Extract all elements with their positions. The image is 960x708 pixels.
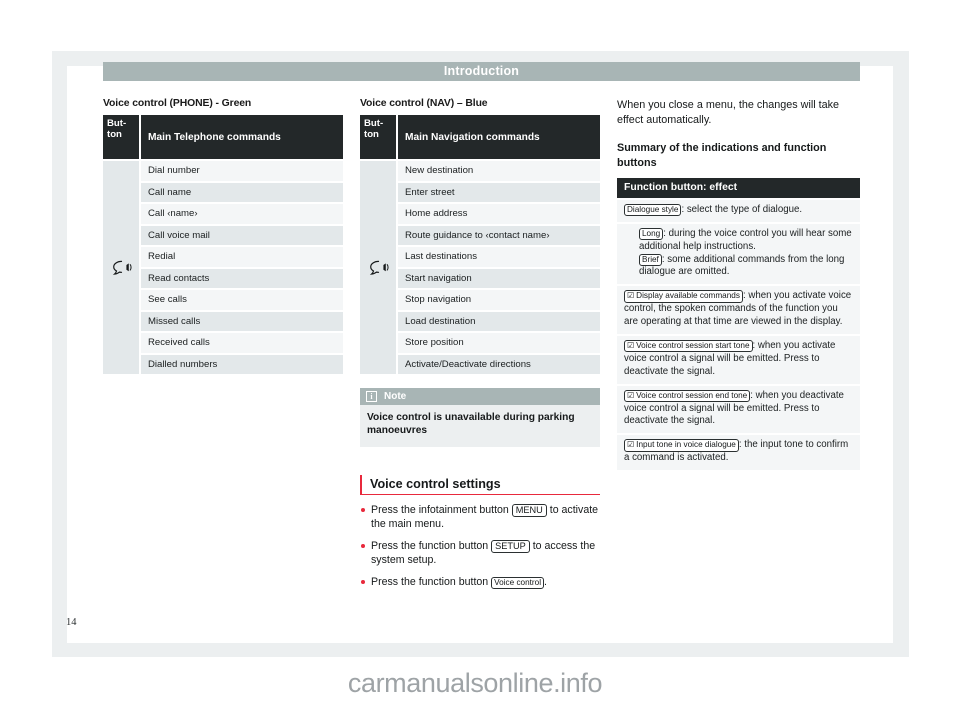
phone-commands-column: Main Telephone commands Dial number Call… [141, 115, 343, 374]
dialogue-style-key[interactable]: Dialogue style [624, 203, 682, 217]
page-number: 14 [66, 617, 77, 628]
column-left: Voice control (PHONE) - Green But-ton Ma… [103, 98, 343, 374]
phone-command-rows: Dial number Call name Call ‹name› Call v… [141, 159, 343, 374]
nav-commands-column: Main Navigation commands New destination… [398, 115, 600, 374]
checkbox-checked-icon: ☑ [627, 340, 635, 350]
table-row: Missed calls [141, 311, 343, 331]
table-row: New destination [398, 161, 600, 181]
voice-control-button-key[interactable]: Voice control [491, 576, 545, 589]
table-row: Dial number [141, 161, 343, 181]
table-row: ☑ Voice control session start tone: when … [617, 335, 860, 384]
step-text-after: . [544, 575, 547, 588]
table-row: Read contacts [141, 268, 343, 288]
input-tone-key[interactable]: ☑ Input tone in voice dialogue [624, 439, 739, 452]
table-row: Activate/Deactivate directions [398, 354, 600, 374]
table-row: Dialled numbers [141, 354, 343, 374]
table-row: Dialogue style: select the type of dialo… [617, 199, 860, 222]
key-label: Input tone in voice dialogue [636, 440, 736, 450]
key-label: Display available commands [636, 291, 740, 301]
table-row: Store position [398, 333, 600, 353]
row-text: : during the voice control you will hear… [639, 227, 852, 252]
step-text-before: Press the function button [371, 575, 492, 588]
column-right: When you close a menu, the changes will … [617, 98, 860, 471]
nav-table-caption: Voice control (NAV) – Blue [360, 98, 488, 109]
table-row: ☑ Voice control session end tone: when yo… [617, 385, 860, 434]
table-row: Received calls [141, 333, 343, 353]
function-button-table: Function button: effect Dialogue style: … [617, 177, 860, 471]
nav-command-rows: New destination Enter street Home addres… [398, 159, 600, 374]
function-button-table-header: Function button: effect [617, 177, 860, 198]
note-body: Voice control is unavailable during park… [360, 405, 600, 447]
table-row: Home address [398, 204, 600, 224]
step-text-before: Press the infotainment button [371, 503, 512, 516]
phone-table-caption: Voice control (PHONE) - Green [103, 98, 252, 109]
list-item: Press the function button SETUP to acces… [360, 539, 600, 568]
table-row: ☑ Display available commands: when you ac… [617, 286, 860, 334]
note-box: i Note Voice control is unavailable duri… [360, 388, 600, 447]
table-row: Call name [141, 182, 343, 202]
checkbox-checked-icon: ☑ [627, 440, 635, 450]
brief-key[interactable]: Brief [639, 253, 662, 266]
table-row: Call voice mail [141, 225, 343, 245]
nav-button-column: But-ton [360, 115, 396, 374]
summary-subheading: Summary of the indications and function … [617, 142, 827, 169]
column-middle: Voice control (NAV) – Blue But-ton Main … [360, 98, 600, 596]
checkbox-checked-icon: ☑ [627, 291, 635, 301]
session-start-tone-key[interactable]: ☑ Voice control session start tone [624, 339, 753, 353]
section-heading-voice-control-settings: Voice control settings [360, 474, 600, 495]
info-icon: i [366, 391, 377, 402]
table-row: Route guidance to ‹contact name› [398, 225, 600, 245]
phone-commands-header: Main Telephone commands [141, 115, 343, 159]
table-row: Last destinations [398, 247, 600, 267]
note-header: i Note [360, 388, 600, 405]
intro-paragraph: When you close a menu, the changes will … [617, 99, 840, 126]
nav-button-column-header: But-ton [360, 115, 396, 159]
table-row: Redial [141, 247, 343, 267]
display-available-commands-key[interactable]: ☑ Display available commands [624, 290, 743, 303]
phone-button-cell [103, 161, 139, 374]
table-row: Enter street [398, 182, 600, 202]
phone-button-column: But-ton [103, 115, 139, 374]
table-row: See calls [141, 290, 343, 310]
key-label: Voice control session start tone [636, 340, 750, 350]
setup-button-key[interactable]: SETUP [491, 539, 530, 554]
page-content: Voice control (PHONE) - Green But-ton Ma… [0, 0, 960, 708]
long-key[interactable]: Long [639, 227, 664, 240]
voice-control-icon [112, 260, 132, 275]
session-end-tone-key[interactable]: ☑ Voice control session end tone [624, 389, 751, 402]
nav-commands-header: Main Navigation commands [398, 115, 600, 159]
nav-button-cell [360, 161, 396, 374]
note-title: Note [384, 391, 407, 402]
row-text: : some additional commands from the long… [639, 253, 845, 278]
nav-commands-table: But-ton Main Navigation commands New des… [360, 115, 600, 374]
row-text: : select the type of dialogue. [681, 203, 803, 215]
table-row: Stop navigation [398, 290, 600, 310]
list-item: Press the function button Voice control. [360, 575, 600, 589]
checkbox-checked-icon: ☑ [627, 390, 635, 400]
table-row: Long: during the voice control you will … [617, 223, 860, 285]
key-label: Voice control session end tone [636, 390, 748, 400]
list-item: Press the infotainment button MENU to ac… [360, 503, 600, 532]
voice-control-settings-steps: Press the infotainment button MENU to ac… [360, 503, 600, 589]
phone-commands-table: But-ton Main Telephone commands Dial num… [103, 115, 343, 374]
watermark: carmanualsonline.info [347, 668, 603, 698]
table-row: Start navigation [398, 268, 600, 288]
menu-button-key[interactable]: MENU [511, 503, 547, 518]
voice-control-icon [369, 260, 389, 275]
table-row: Load destination [398, 311, 600, 331]
table-row: Call ‹name› [141, 204, 343, 224]
table-row: ☑ Input tone in voice dialogue: the input… [617, 435, 860, 471]
step-text-before: Press the function button [371, 539, 492, 552]
phone-button-column-header: But-ton [103, 115, 139, 159]
